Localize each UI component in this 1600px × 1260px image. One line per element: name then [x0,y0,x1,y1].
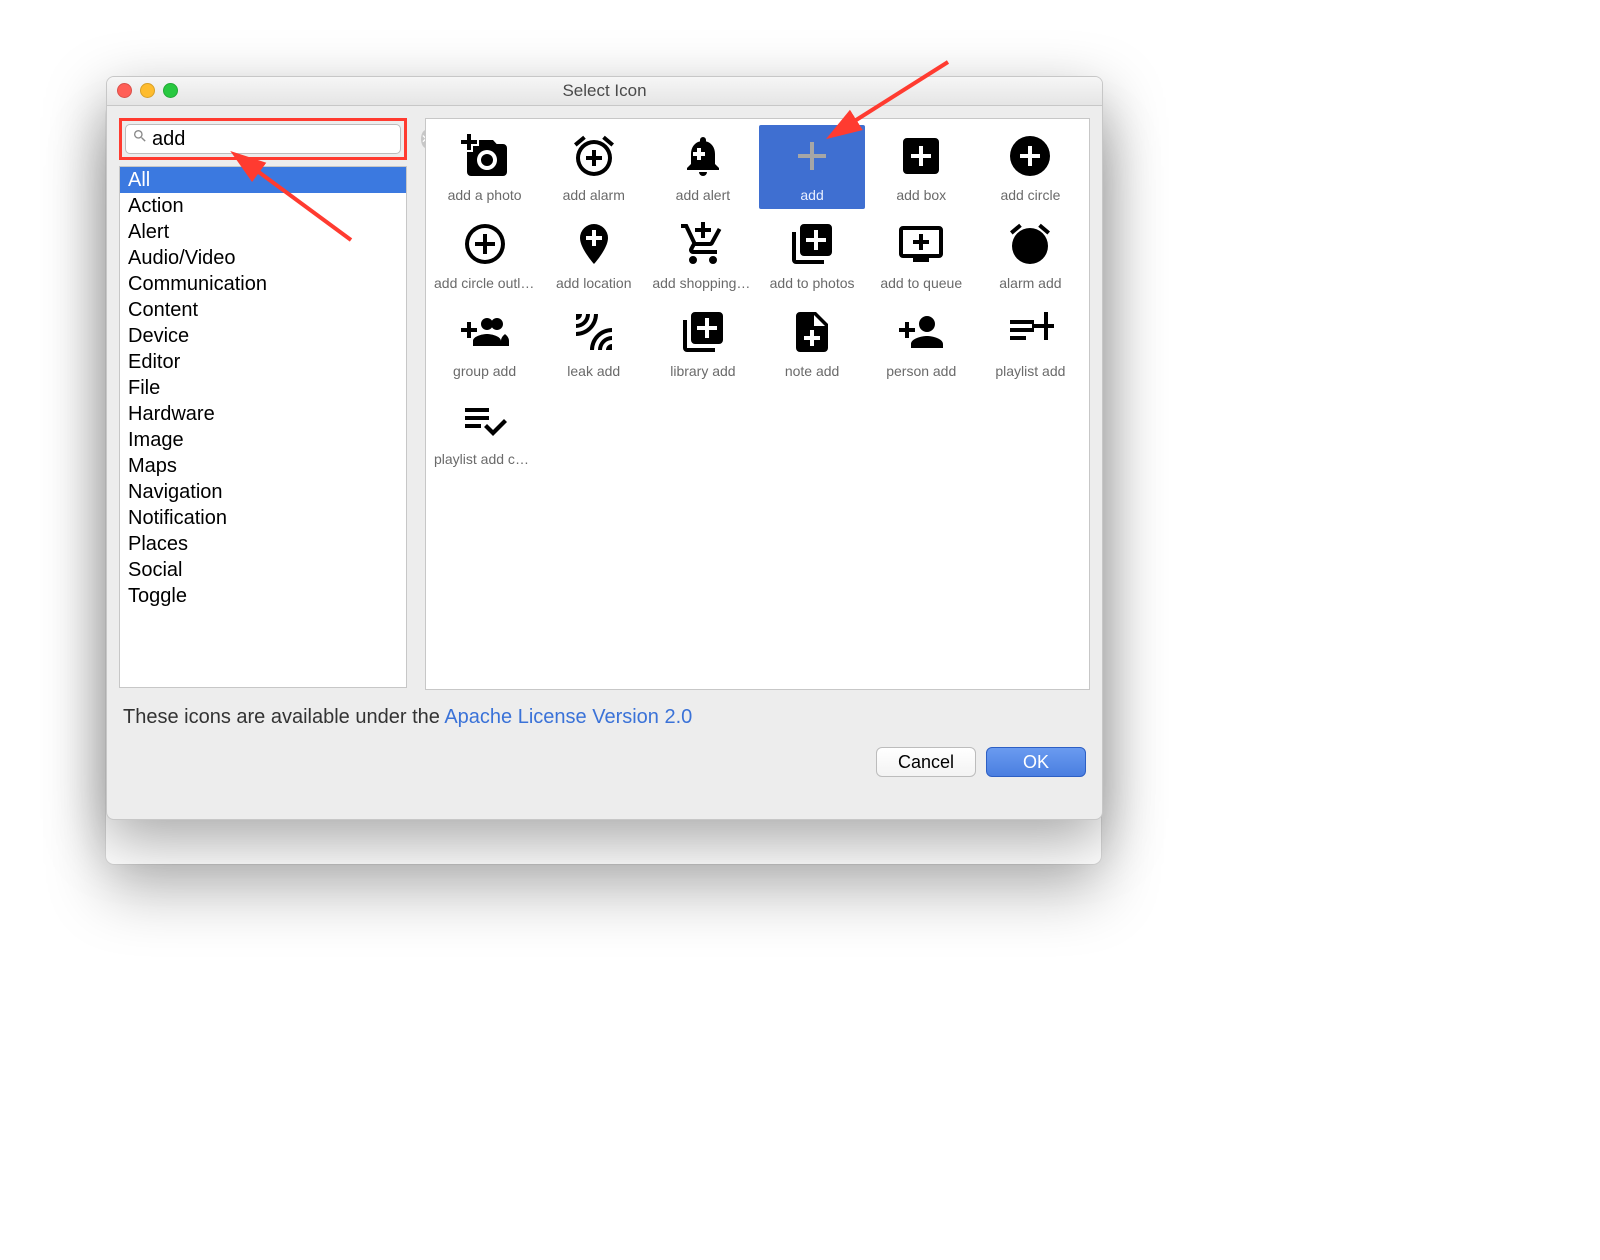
alarm-add-icon [1003,217,1057,271]
add-a-photo-icon [458,129,512,183]
group-add-icon [458,305,512,359]
icon-cell-add-a-photo[interactable]: add a photo [432,125,537,209]
icon-label: playlist add [980,363,1081,379]
category-item[interactable]: Image [120,427,406,453]
icon-results-panel: add a photo add alarm add alert add add box a… [425,118,1090,690]
icon-label: add [761,187,862,203]
category-item[interactable]: Audio/Video [120,245,406,271]
category-item[interactable]: Device [120,323,406,349]
dialog-window: Select Icon ✕ AllActionAlertAudio/VideoC… [106,76,1103,820]
category-item[interactable]: Social [120,557,406,583]
category-item[interactable]: File [120,375,406,401]
license-link[interactable]: Apache License Version 2.0 [444,706,692,728]
icon-label: add alert [652,187,753,203]
category-list[interactable]: AllActionAlertAudio/VideoCommunicationCo… [119,166,407,688]
icon-cell-playlist-add-check[interactable]: playlist add check [432,389,537,473]
icon-cell-add-alarm[interactable]: add alarm [541,125,646,209]
window-title: Select Icon [107,81,1102,101]
category-item[interactable]: Communication [120,271,406,297]
add-alarm-icon [567,129,621,183]
icon-label: add box [871,187,972,203]
add-box-icon [894,129,948,183]
category-item[interactable]: All [120,167,406,193]
titlebar: Select Icon [107,77,1102,106]
add-circle-outline-icon [458,217,512,271]
icon-cell-leak-add[interactable]: leak add [541,301,646,385]
category-item[interactable]: Action [120,193,406,219]
category-item[interactable]: Maps [120,453,406,479]
icon-cell-add-to-queue[interactable]: add to queue [869,213,974,297]
search-icon [132,128,148,150]
close-window-button[interactable] [117,83,132,98]
add-location-icon [567,217,621,271]
playlist-add-icon [1003,305,1057,359]
category-item[interactable]: Notification [120,505,406,531]
icon-label: add circle [980,187,1081,203]
annotation-highlight-search: ✕ [119,118,407,160]
category-item[interactable]: Content [120,297,406,323]
add-to-queue-icon [894,217,948,271]
icon-cell-note-add[interactable]: note add [759,301,864,385]
icon-label: group add [434,363,535,379]
icon-cell-playlist-add[interactable]: playlist add [978,301,1083,385]
icon-cell-person-add[interactable]: person add [869,301,974,385]
icon-label: playlist add check [434,451,535,467]
icon-cell-add-alert[interactable]: add alert [650,125,755,209]
ok-button[interactable]: OK [986,747,1086,777]
minimize-window-button[interactable] [140,83,155,98]
add-alert-icon [676,129,730,183]
icon-label: add shopping cart [652,275,753,291]
playlist-add-check-icon [458,393,512,447]
icon-cell-library-add[interactable]: library add [650,301,755,385]
search-field[interactable]: ✕ [125,124,401,154]
icon-label: note add [761,363,862,379]
category-item[interactable]: Navigation [120,479,406,505]
icon-cell-add-circle[interactable]: add circle [978,125,1083,209]
add-circle-icon [1003,129,1057,183]
icon-label: leak add [543,363,644,379]
search-input[interactable] [148,128,421,151]
icon-cell-add-location[interactable]: add location [541,213,646,297]
icon-label: add to queue [871,275,972,291]
note-add-icon [785,305,839,359]
icon-label: add alarm [543,187,644,203]
person-add-icon [894,305,948,359]
icon-label: add circle outline [434,275,535,291]
icon-label: person add [871,363,972,379]
icon-cell-add-shopping-cart[interactable]: add shopping cart [650,213,755,297]
icon-label: add location [543,275,644,291]
category-item[interactable]: Toggle [120,583,406,609]
category-item[interactable]: Places [120,531,406,557]
icon-label: add to photos [761,275,862,291]
leak-add-icon [567,305,621,359]
category-item[interactable]: Alert [120,219,406,245]
icon-cell-group-add[interactable]: group add [432,301,537,385]
category-item[interactable]: Editor [120,349,406,375]
library-add-icon [676,305,730,359]
cancel-button[interactable]: Cancel [876,747,976,777]
zoom-window-button[interactable] [163,83,178,98]
license-note: These icons are available under the Apac… [123,706,1086,729]
icon-label: library add [652,363,753,379]
icon-label: add a photo [434,187,535,203]
icon-cell-add-to-photos[interactable]: add to photos [759,213,864,297]
icon-cell-alarm-add[interactable]: alarm add [978,213,1083,297]
icon-cell-add[interactable]: add [759,125,864,209]
add-icon [785,129,839,183]
category-item[interactable]: Hardware [120,401,406,427]
icon-cell-add-box[interactable]: add box [869,125,974,209]
add-shopping-cart-icon [676,217,730,271]
add-to-photos-icon [785,217,839,271]
icon-cell-add-circle-outline[interactable]: add circle outline [432,213,537,297]
icon-label: alarm add [980,275,1081,291]
